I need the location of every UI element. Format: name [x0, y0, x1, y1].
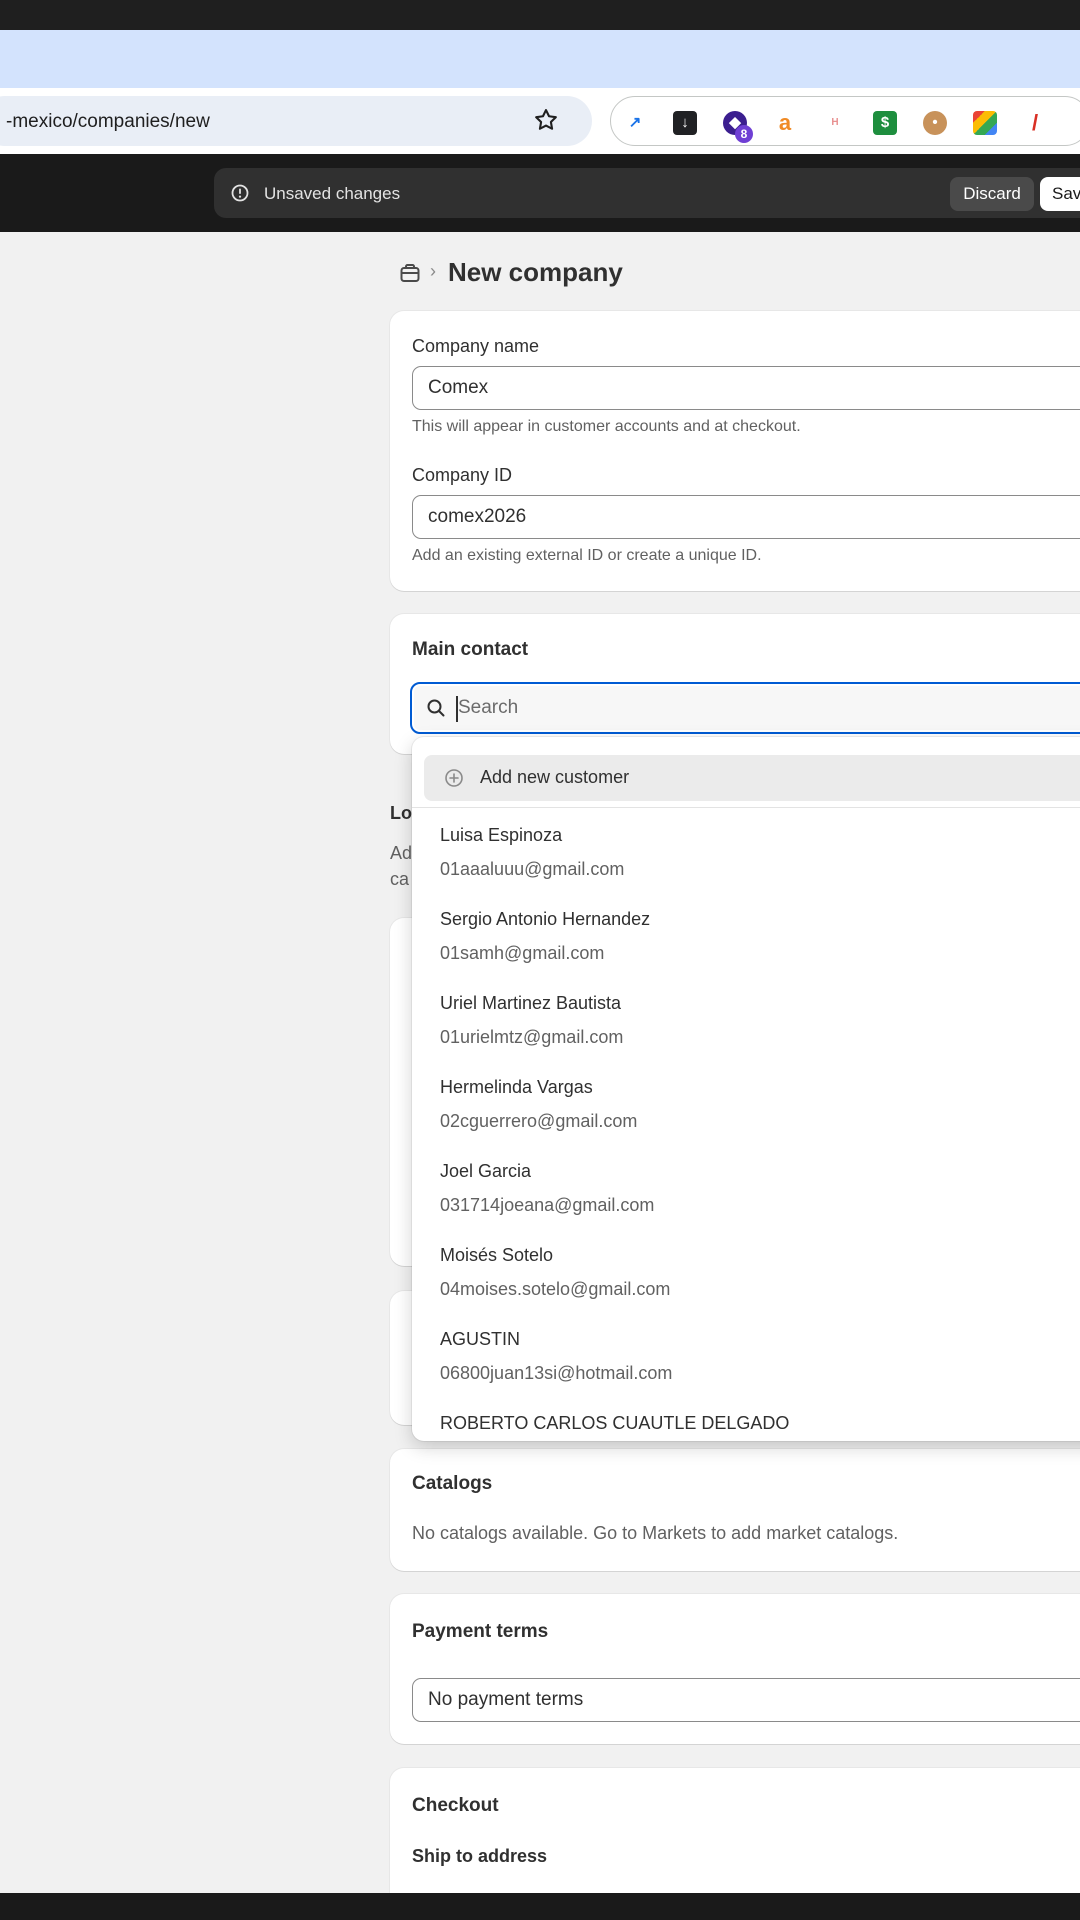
ship-to-address-label: Ship to address [412, 1846, 548, 1866]
company-icon[interactable] [398, 261, 422, 285]
customer-email: 04moises.sotelo@gmail.com [440, 1279, 671, 1299]
amazon-ext-icon[interactable]: a [773, 111, 797, 135]
bookmark-star-icon[interactable] [532, 106, 560, 134]
customer-email: 01aaaluuu@gmail.com [440, 859, 625, 879]
catalogs-text: No catalogs available. Go to Markets to … [412, 1523, 899, 1543]
company-id-input[interactable]: comex2026 [412, 495, 1080, 539]
customer-email: 02cguerrero@gmail.com [440, 1111, 638, 1131]
main-contact-title: Main contact [412, 639, 529, 660]
address-bar-url: -mexico/companies/new [6, 111, 210, 132]
customer-name: Moisés Sotelo [440, 1245, 554, 1265]
rocket-ext-icon[interactable]: ↗ [623, 111, 647, 135]
alert-circle-icon [231, 184, 249, 202]
address-bar[interactable]: -mexico/companies/new [0, 96, 592, 146]
customer-name: AGUSTIN [440, 1329, 521, 1349]
customer-option[interactable]: Hermelinda Vargas 02cguerrero@gmail.com [440, 1077, 1080, 1161]
company-id-label: Company ID [412, 465, 513, 485]
add-new-customer-option[interactable]: Add new customer [424, 755, 1080, 801]
download-ext-icon[interactable]: ↓ [673, 111, 697, 135]
customer-name: Joel Garcia [440, 1161, 532, 1181]
company-details-card: Company name Comex This will appear in c… [390, 311, 1080, 591]
customer-option[interactable]: Uriel Martinez Bautista 01urielmtz@gmail… [440, 993, 1080, 1077]
photos-ext-icon[interactable] [973, 111, 997, 135]
company-name-input[interactable]: Comex [412, 366, 1080, 410]
os-bottom-bar [0, 1893, 1080, 1920]
customer-option[interactable]: Luisa Espinoza 01aaaluuu@gmail.com [440, 825, 1080, 909]
locations-desc-partial-2: ca [390, 869, 410, 889]
customer-name: Sergio Antonio Hernandez [440, 909, 651, 929]
customer-name: Uriel Martinez Bautista [440, 993, 622, 1013]
customer-email: 01urielmtz@gmail.com [440, 1027, 624, 1047]
os-top-bar [0, 0, 1080, 30]
save-button[interactable]: Sav [1040, 177, 1080, 211]
company-id-help: Add an existing external ID or create a … [412, 547, 762, 564]
admin-top-bar: Unsaved changes Discard Sav [0, 154, 1080, 232]
unsaved-changes-text: Unsaved changes [264, 184, 401, 203]
unsaved-changes-bar: Unsaved changes Discard Sav [214, 168, 1080, 218]
browser-tab-strip [0, 30, 1080, 88]
checkout-title: Checkout [412, 1795, 499, 1816]
plus-circle-icon [445, 769, 463, 787]
search-icon [427, 699, 445, 717]
payment-terms-title: Payment terms [412, 1621, 549, 1642]
locations-title-partial: Lo [390, 803, 412, 823]
customer-email: 01samh@gmail.com [440, 943, 605, 963]
customer-option[interactable]: Joel Garcia 031714joeana@gmail.com [440, 1161, 1080, 1245]
contact-search-box[interactable] [410, 682, 1080, 734]
customer-email: 031714joeana@gmail.com [440, 1195, 655, 1215]
customer-option[interactable]: Moisés Sotelo 04moises.sotelo@gmail.com [440, 1245, 1080, 1329]
browser-toolbar: -mexico/companies/new ↗ ↓ ◆ 8 a H $ • / [0, 88, 1080, 154]
company-name-label: Company name [412, 336, 540, 356]
extension-badge: 8 [735, 125, 753, 143]
payment-terms-select[interactable]: No payment terms [412, 1678, 1080, 1722]
monkey-ext-icon[interactable]: • [923, 111, 947, 135]
customer-option[interactable]: AGUSTIN 06800juan13si@hotmail.com [440, 1329, 1080, 1413]
customer-option[interactable]: Sergio Antonio Hernandez 01samh@gmail.co… [440, 909, 1080, 993]
pen-ext-icon[interactable]: / [1023, 111, 1047, 135]
customer-option[interactable]: ROBERTO CARLOS CUAUTLE DELGADO [440, 1413, 1080, 1441]
main-contact-card: Main contact [390, 614, 1080, 754]
sheets-ext-icon[interactable]: $ [873, 111, 897, 135]
customer-name: ROBERTO CARLOS CUAUTLE DELGADO [440, 1413, 790, 1433]
dropdown-divider [412, 807, 1080, 808]
extensions-bar: ↗ ↓ ◆ 8 a H $ • / [610, 96, 1080, 146]
payment-terms-card: Payment terms No payment terms [390, 1594, 1080, 1744]
locations-desc-partial-1: Ad [390, 843, 413, 863]
customer-name: Luisa Espinoza [440, 825, 563, 845]
discard-button[interactable]: Discard [950, 177, 1034, 211]
customer-email: 06800juan13si@hotmail.com [440, 1363, 673, 1383]
company-name-help: This will appear in customer accounts an… [412, 418, 801, 435]
catalogs-card: Catalogs No catalogs available. Go to Ma… [390, 1449, 1080, 1571]
contact-search-input[interactable] [458, 684, 1058, 732]
catalogs-title: Catalogs [412, 1473, 493, 1494]
page-title: New company [448, 257, 623, 287]
add-new-customer-label: Add new customer [480, 767, 630, 787]
chevron-right-icon: › [430, 261, 436, 281]
customer-search-dropdown: Add new customer Luisa Espinoza 01aaaluu… [412, 737, 1080, 1441]
hotel-ext-icon[interactable]: H [823, 111, 847, 135]
customer-name: Hermelinda Vargas [440, 1077, 593, 1097]
